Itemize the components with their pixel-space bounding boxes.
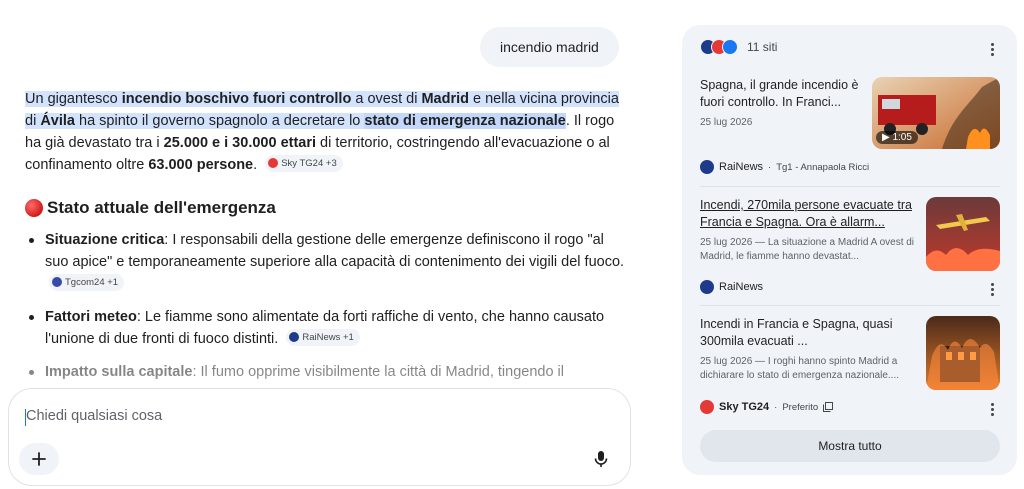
ai-answer: Un gigantesco incendio boschivo fuori co… bbox=[25, 88, 625, 394]
firefighting-plane-image bbox=[926, 197, 1000, 271]
bullet-list: Situazione critica: I responsabili della… bbox=[25, 229, 625, 383]
citation-chip-label: RaiNews +1 bbox=[302, 331, 354, 343]
sources-menu-icon[interactable] bbox=[984, 41, 1000, 57]
video-duration-text: 1:05 bbox=[892, 132, 912, 143]
source-name: RaiNews bbox=[719, 161, 764, 173]
source-thumbnail[interactable] bbox=[926, 316, 1000, 390]
section-heading-text: Stato attuale dell'emergenza bbox=[47, 198, 276, 217]
rainews-icon bbox=[700, 160, 714, 174]
rainews-icon bbox=[700, 280, 714, 294]
source-thumbnail[interactable] bbox=[926, 197, 1000, 271]
answer-bold: incendio boschivo fuori controllo bbox=[121, 91, 352, 107]
source-card-title[interactable]: Incendi, 270mila persone evacuate tra Fr… bbox=[700, 197, 915, 231]
citation-chip-tgcom24[interactable]: Tgcom24 +1 bbox=[49, 273, 125, 291]
facebook-icon bbox=[722, 39, 738, 55]
sources-header: 11 siti bbox=[700, 39, 777, 55]
answer-bold: 63.000 persone bbox=[148, 157, 254, 173]
source-card-title[interactable]: Incendi in Francia e Spagna, quasi 300mi… bbox=[700, 316, 915, 350]
citation-chip-label: Tgcom24 +1 bbox=[65, 276, 119, 288]
section-heading: Stato attuale dell'emergenza bbox=[25, 195, 625, 221]
answer-bold: stato di emergenza nazionale bbox=[364, 113, 566, 129]
source-preferred-label: Preferito bbox=[782, 401, 819, 413]
source-attribution: RaiNews · Tg1 - Annapaola Ricci bbox=[700, 160, 869, 174]
video-duration: ▶ 1:05 bbox=[876, 131, 918, 144]
citation-chip-skytg24[interactable]: Sky TG24 +3 bbox=[265, 154, 343, 172]
sources-count: 11 siti bbox=[747, 40, 778, 54]
divider bbox=[700, 186, 1000, 187]
red-circle-icon bbox=[25, 199, 43, 217]
source-menu-icon[interactable] bbox=[984, 401, 1000, 417]
answer-bold: Ávila bbox=[40, 113, 75, 129]
answer-text: Un gigantesco bbox=[25, 91, 122, 107]
answer-bold: Madrid bbox=[421, 91, 469, 107]
plus-icon bbox=[32, 452, 46, 466]
source-card-meta: 25 lug 2026 — La situazione a Madrid A o… bbox=[700, 237, 915, 262]
video-thumbnail[interactable]: ▶ 1:05 bbox=[872, 77, 1000, 149]
answer-intro-paragraph: Un gigantesco incendio boschivo fuori co… bbox=[25, 88, 625, 176]
source-author: Tg1 - Annapaola Ricci bbox=[776, 161, 870, 173]
divider bbox=[700, 305, 1000, 306]
microphone-button[interactable] bbox=[587, 445, 615, 473]
source-card-meta: 25 lug 2026 — I roghi hanno spinto Madri… bbox=[700, 356, 900, 381]
source-attribution: Sky TG24 · Preferito bbox=[700, 400, 834, 414]
skytg24-icon bbox=[700, 400, 714, 414]
citation-chip-label: Sky TG24 +3 bbox=[281, 157, 337, 169]
list-item: Situazione critica: I responsabili della… bbox=[25, 229, 625, 295]
source-menu-icon[interactable] bbox=[984, 281, 1000, 297]
source-name: Sky TG24 bbox=[719, 401, 770, 413]
answer-bold: 25.000 e i 30.000 ettari bbox=[163, 135, 317, 151]
bullet-bold: Impatto sulla capitale bbox=[45, 364, 193, 380]
bullet-bold: Situazione critica bbox=[45, 232, 165, 248]
preferred-icon bbox=[823, 402, 834, 412]
skytg24-icon bbox=[268, 158, 279, 168]
answer-text: . bbox=[253, 157, 258, 173]
add-attachment-button[interactable] bbox=[19, 443, 59, 475]
answer-text: a ovest di bbox=[351, 91, 422, 107]
user-message-bubble: incendio madrid bbox=[480, 27, 619, 67]
source-attribution: RaiNews bbox=[700, 280, 763, 294]
tgcom24-icon bbox=[52, 277, 62, 287]
bullet-text: : Il fumo opprime visibilmente la città … bbox=[192, 364, 564, 380]
prompt-input-box[interactable]: Chiedi qualsiasi cosa bbox=[8, 388, 631, 486]
source-name: RaiNews bbox=[719, 281, 764, 293]
source-logos bbox=[700, 39, 738, 55]
microphone-icon bbox=[594, 451, 608, 467]
sources-panel: 11 siti Spagna, il grande incendio è fuo… bbox=[682, 25, 1017, 475]
list-item: Impatto sulla capitale: Il fumo opprime … bbox=[25, 361, 625, 383]
burning-building-image bbox=[926, 316, 1000, 390]
citation-chip-rainews[interactable]: RaiNews +1 bbox=[286, 328, 360, 346]
rainews-icon bbox=[289, 332, 300, 342]
list-item: Fattori meteo: Le fiamme sono alimentate… bbox=[25, 306, 625, 350]
answer-text: ha spinto il governo spagnolo a decretar… bbox=[75, 113, 365, 129]
show-all-button[interactable]: Mostra tutto bbox=[700, 430, 1000, 462]
bullet-bold: Fattori meteo bbox=[45, 309, 137, 325]
prompt-input[interactable]: Chiedi qualsiasi cosa bbox=[26, 408, 162, 424]
source-card-title[interactable]: Spagna, il grande incendio è fuori contr… bbox=[700, 77, 865, 111]
